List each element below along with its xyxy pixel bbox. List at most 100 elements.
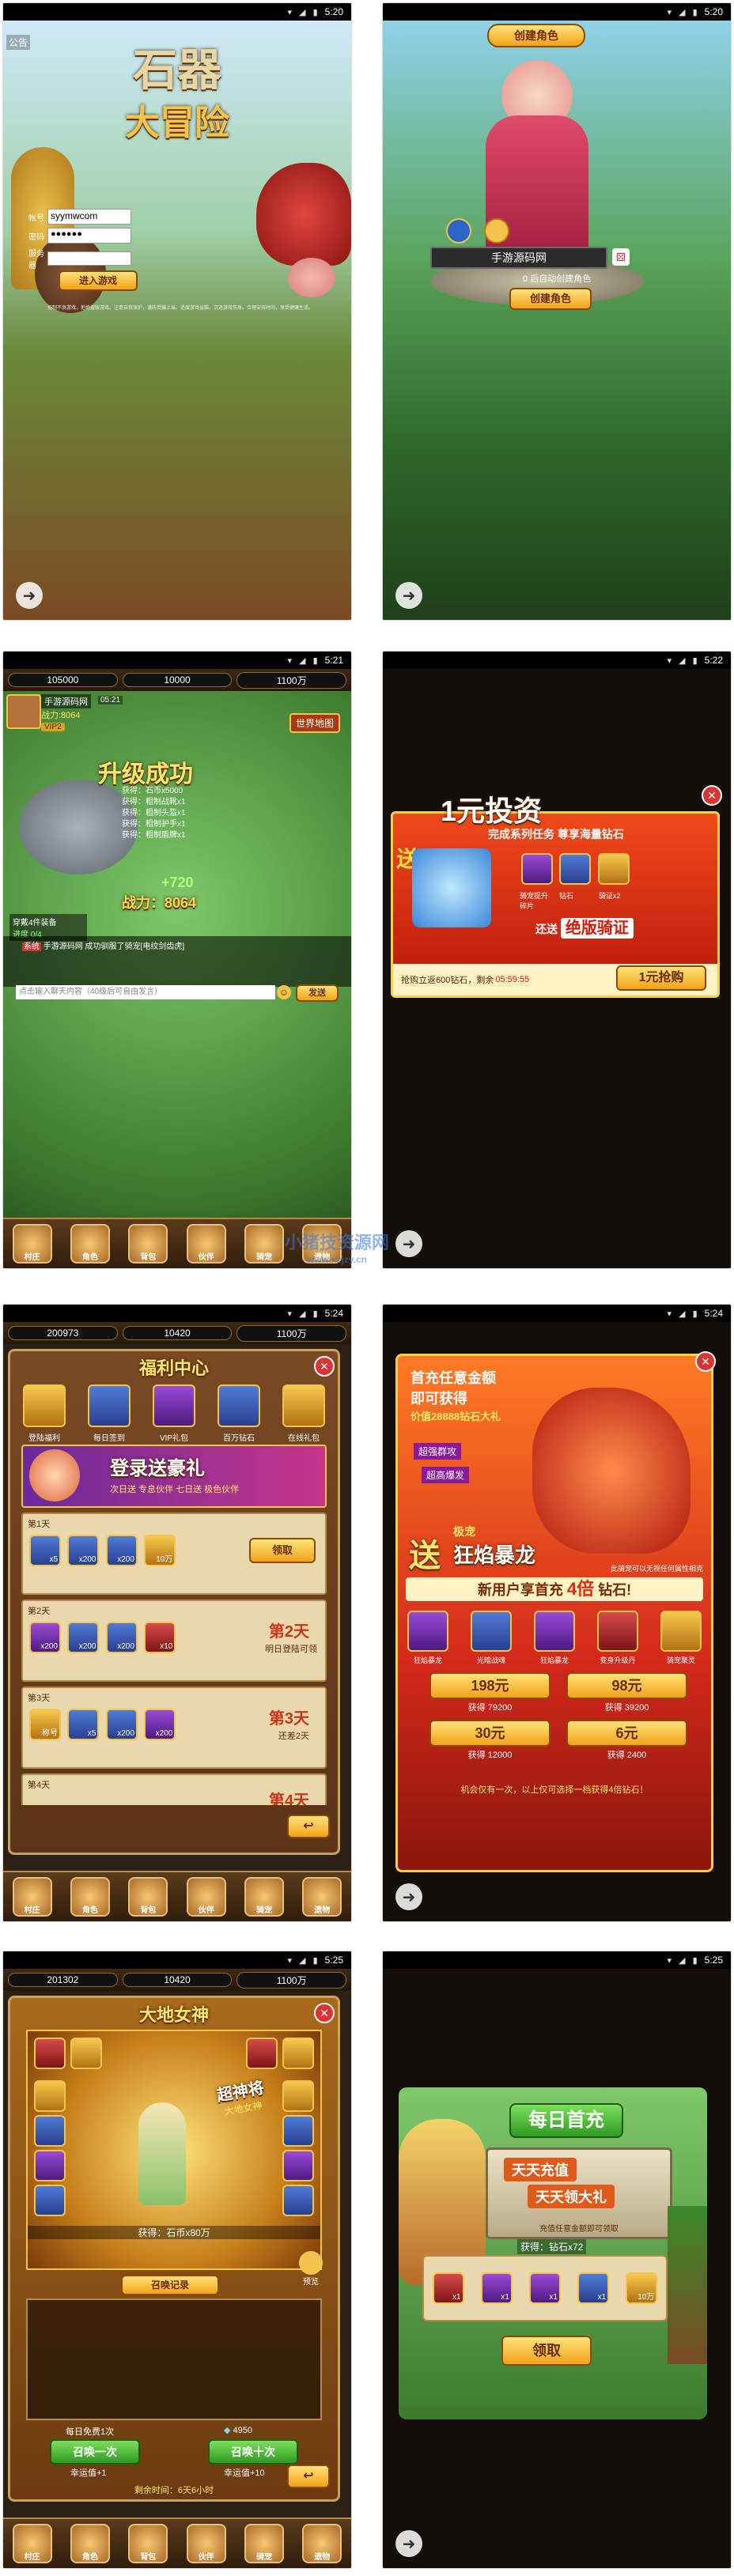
tab-online-gift[interactable]: 在线礼包 (281, 1383, 327, 1443)
vip-badge[interactable]: VIP2 (41, 723, 65, 731)
charge-option[interactable]: 98元 获得 39200 (566, 1672, 687, 1713)
day-item[interactable]: x200 (105, 1622, 138, 1653)
charge-option[interactable]: 6元 获得 2400 (566, 1720, 687, 1761)
summon-once-button[interactable]: 召唤一次 (50, 2439, 140, 2465)
tab-login-gift[interactable]: 登陆福利 (21, 1383, 67, 1443)
ring-item[interactable] (282, 2115, 314, 2147)
day-item[interactable]: x5 (29, 1535, 61, 1566)
nav-mount[interactable]: 骑宠 (244, 2524, 284, 2563)
summon-ten-button[interactable]: 召唤十次 (208, 2439, 298, 2465)
charge-option[interactable]: 30元 获得 12000 (429, 1720, 550, 1761)
player-avatar[interactable] (6, 694, 41, 729)
server-select[interactable] (47, 251, 131, 266)
nav-partner[interactable]: 伙伴 (186, 1877, 226, 1917)
nav-partner[interactable]: 伙伴 (186, 1224, 226, 1263)
element-icon-right[interactable] (484, 218, 509, 244)
claim-button[interactable]: 领取 (501, 2336, 592, 2366)
nav-relic[interactable]: 遗物 (302, 2524, 342, 2563)
back-arrow-icon[interactable]: ➜ (16, 582, 43, 609)
ring-item[interactable] (34, 2038, 66, 2069)
ring-item[interactable] (246, 2038, 278, 2069)
charge-price[interactable]: 198元 (429, 1672, 550, 1699)
nav-bag[interactable]: 背包 (128, 2524, 168, 2563)
day-item[interactable]: x200 (67, 1535, 100, 1566)
nav-mount[interactable]: 骑宠 (244, 1224, 284, 1263)
nav-village[interactable]: 村庄 (12, 1224, 52, 1263)
world-map-button[interactable]: 世界地图 (289, 713, 340, 733)
back-arrow-icon[interactable]: ➜ (395, 1883, 422, 1910)
day-item[interactable]: x200 (67, 1622, 100, 1653)
nav-bag[interactable]: 背包 (128, 1877, 168, 1917)
account-input[interactable]: syymwcom (47, 209, 131, 225)
back-arrow-icon[interactable]: ➜ (395, 1230, 422, 1257)
day-item[interactable]: 称号 (29, 1709, 61, 1740)
reward-item[interactable]: x1 (528, 2272, 561, 2304)
charge-item[interactable]: 变身升级丹 (596, 1609, 640, 1665)
day-item[interactable]: x5 (67, 1709, 100, 1740)
charge-option[interactable]: 198元 获得 79200 (429, 1672, 550, 1713)
ring-item[interactable] (34, 2080, 66, 2112)
back-arrow-icon[interactable]: ➜ (395, 582, 422, 609)
charge-price[interactable]: 6元 (566, 1720, 687, 1747)
reward-item[interactable]: x1 (432, 2272, 464, 2304)
element-icon-left[interactable] (446, 218, 471, 244)
nav-relic[interactable]: 遗物 (302, 1877, 342, 1917)
nav-village[interactable]: 村庄 (12, 2524, 52, 2563)
close-icon[interactable]: ✕ (314, 2003, 335, 2023)
day-item[interactable]: x200 (29, 1622, 61, 1653)
charge-price[interactable]: 98元 (566, 1672, 687, 1699)
tab-daily-signin[interactable]: 每日签到 (86, 1383, 132, 1443)
reward-item[interactable]: 10万 (626, 2272, 658, 2304)
reward-item[interactable]: x1 (577, 2272, 610, 2304)
day-item[interactable]: x10 (144, 1622, 176, 1653)
charge-item[interactable]: 光暗战魂 (469, 1609, 513, 1665)
nav-role[interactable]: 角色 (70, 2524, 110, 2563)
dice-icon[interactable]: ⚄ (612, 248, 630, 266)
nav-bag[interactable]: 背包 (128, 1224, 168, 1263)
enter-game-button[interactable]: 进入游戏 (59, 270, 138, 291)
reward-item[interactable] (521, 853, 553, 885)
chat-input[interactable]: 点击输入聊天内容（40级后可自由发言） (16, 985, 275, 999)
claim-button[interactable]: 领取 (249, 1538, 316, 1563)
nav-partner[interactable]: 伙伴 (186, 2524, 226, 2563)
password-input[interactable]: ●●●●●● (47, 228, 131, 244)
reward-item[interactable]: x1 (480, 2272, 513, 2304)
ring-item[interactable] (282, 2185, 314, 2216)
charge-item[interactable]: 骑宠聚灵 (659, 1609, 703, 1665)
tab-million-diamond[interactable]: 百万钻石 (216, 1383, 262, 1443)
back-arrow-icon[interactable]: ➜ (395, 2530, 422, 2557)
preview-button[interactable]: 预览 (295, 2251, 327, 2287)
close-icon[interactable]: ✕ (702, 785, 722, 806)
role-name-input[interactable]: 手游源码网 (430, 247, 607, 269)
return-button[interactable]: ↩ (287, 2465, 330, 2488)
close-icon[interactable]: ✕ (314, 1356, 335, 1377)
create-role-button[interactable]: 创建角色 (509, 288, 592, 310)
close-icon[interactable]: ✕ (695, 1351, 716, 1372)
day-item[interactable]: x200 (105, 1709, 138, 1740)
day-item[interactable]: x200 (144, 1709, 176, 1740)
reward-item[interactable] (559, 853, 592, 885)
ring-item[interactable] (34, 2150, 66, 2181)
nav-role[interactable]: 角色 (70, 1224, 110, 1263)
ring-item[interactable] (34, 2185, 66, 2216)
emoji-icon[interactable]: ☺ (277, 985, 291, 999)
reward-item[interactable] (597, 853, 630, 885)
charge-item[interactable]: 狂焰暴龙 (532, 1609, 577, 1665)
charge-item[interactable]: 狂焰暴龙 (406, 1609, 450, 1665)
day-item[interactable]: x200 (105, 1535, 138, 1566)
ring-item[interactable] (34, 2115, 66, 2147)
nav-village[interactable]: 村庄 (12, 1877, 52, 1917)
summon-record-button[interactable]: 召唤记录 (121, 2275, 219, 2295)
day-item[interactable]: 10万 (144, 1535, 176, 1566)
ring-item[interactable] (70, 2038, 102, 2069)
send-button[interactable]: 发送 (296, 984, 339, 1002)
ring-item[interactable] (282, 2080, 314, 2112)
buy-button[interactable]: 1元抢购 (616, 965, 706, 991)
nav-role[interactable]: 角色 (70, 1877, 110, 1917)
return-button[interactable]: ↩ (287, 1815, 330, 1838)
ring-item[interactable] (282, 2038, 314, 2069)
nav-mount[interactable]: 骑宠 (244, 1877, 284, 1917)
charge-price[interactable]: 30元 (429, 1720, 550, 1747)
tab-vip-gift[interactable]: VIP礼包 (151, 1383, 197, 1443)
ring-item[interactable] (282, 2150, 314, 2181)
